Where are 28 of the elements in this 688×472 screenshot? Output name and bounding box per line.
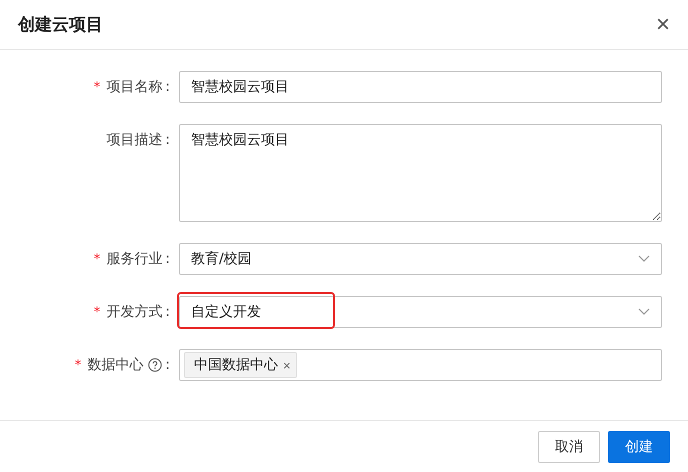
- tag: 中国数据中心 ×: [184, 352, 297, 378]
- field-label: 项目描述: [106, 131, 162, 149]
- field-label: 开发方式: [106, 303, 162, 321]
- label-colon: :: [165, 79, 170, 95]
- textarea-field[interactable]: 智慧校园云项目: [179, 124, 662, 222]
- required-mark: *: [74, 358, 82, 372]
- dialog-title: 创建云项目: [18, 14, 103, 36]
- caret-icon: [638, 308, 650, 316]
- select-field[interactable]: 自定义开发: [179, 296, 662, 328]
- select-field[interactable]: 教育/校园: [179, 243, 662, 275]
- label-colon: :: [165, 132, 170, 148]
- remove-tag-button[interactable]: ×: [283, 358, 291, 372]
- tag-select-field[interactable]: 中国数据中心 ×: [179, 349, 662, 381]
- required-mark: *: [94, 80, 100, 94]
- create-button[interactable]: 创建: [608, 430, 670, 462]
- close-button[interactable]: ×: [656, 12, 670, 36]
- cancel-button[interactable]: 取消: [538, 430, 600, 462]
- label-colon: :: [165, 251, 170, 267]
- required-mark: *: [94, 252, 100, 266]
- label-colon: :: [165, 304, 170, 320]
- caret-icon: [638, 255, 650, 263]
- help-icon[interactable]: [148, 358, 162, 372]
- field-label: 项目名称: [106, 78, 162, 96]
- label-colon: :: [165, 357, 170, 373]
- field-label: 服务行业: [106, 250, 162, 268]
- field-label: 数据中心: [87, 356, 144, 374]
- required-mark: *: [94, 304, 100, 320]
- text-field[interactable]: 智慧校园云项目: [179, 71, 662, 103]
